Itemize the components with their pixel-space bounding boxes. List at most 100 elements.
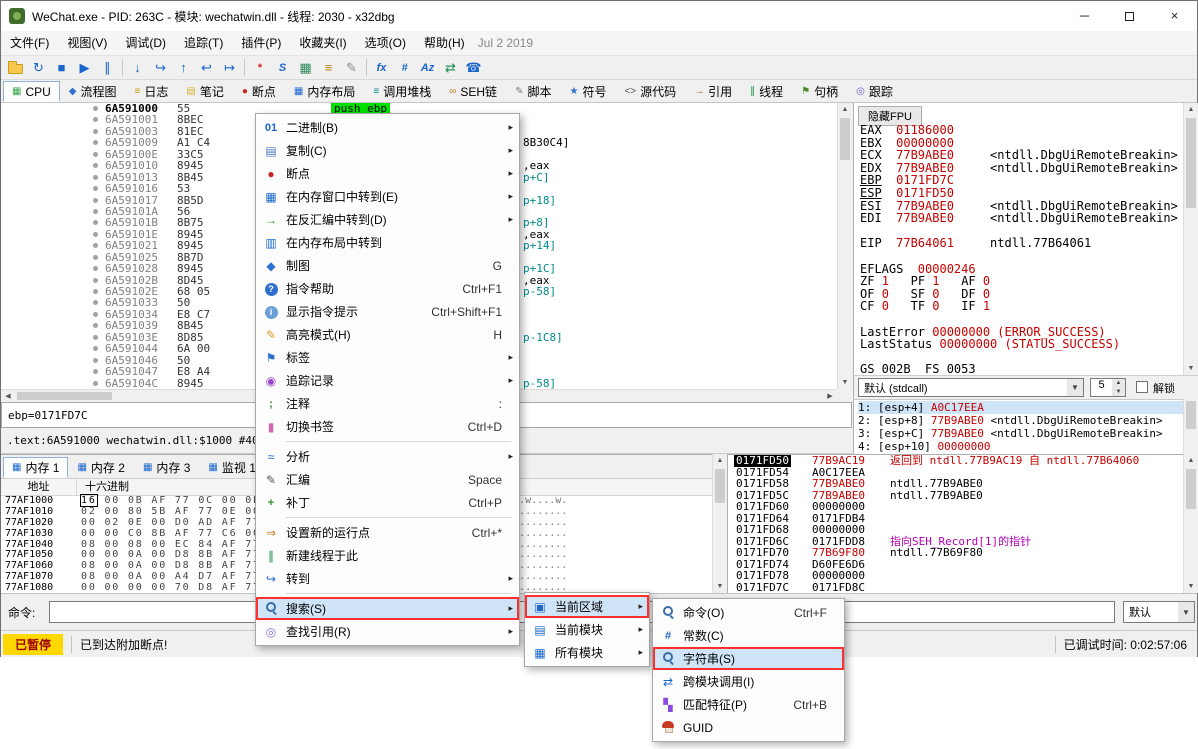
string-search-icon[interactable]: Az	[416, 58, 439, 78]
open-file-icon[interactable]	[4, 58, 27, 78]
tab-call-stack[interactable]: ≡调用堆栈	[364, 81, 440, 102]
close-button[interactable]: ×	[1152, 1, 1197, 31]
scroll-thumb[interactable]	[1186, 401, 1196, 429]
search-string[interactable]: 字符串(S)	[653, 647, 844, 670]
scroll-thumb[interactable]	[840, 118, 850, 160]
argument-row[interactable]: 2: [esp+8] 77B9ABE0 <ntdll.DbgUiRemoteBr…	[858, 414, 1198, 427]
scroll-up-icon[interactable]: ▲	[1184, 454, 1198, 467]
scroll-thumb[interactable]	[17, 392, 112, 400]
spinner-arrows[interactable]: ▲▼	[1112, 379, 1125, 396]
scroll-up-icon[interactable]: ▲	[838, 103, 852, 116]
tab-log[interactable]: ≡日志	[126, 81, 178, 102]
breakpoint-dot[interactable]	[93, 358, 98, 363]
menu-patch[interactable]: +补丁Ctrl+P	[256, 491, 519, 514]
scroll-down-icon[interactable]: ▼	[713, 580, 727, 593]
argument-row[interactable]: 4: [esp+10] 00000000	[858, 440, 1198, 453]
scroll-left-icon[interactable]: ◀	[1, 390, 15, 402]
scroll-track[interactable]	[1184, 467, 1198, 580]
menu-copy[interactable]: ▤复制(C)▸	[256, 139, 519, 162]
swap-icon[interactable]: ⇄	[439, 58, 462, 78]
breakpoint-dot[interactable]	[93, 232, 98, 237]
calling-convention-select[interactable]: 默认 (stdcall) ▼	[858, 378, 1084, 397]
menubar-item-o[interactable]: 选项(O)	[356, 31, 415, 56]
registers-panel[interactable]: 隐藏FPU EAX 01186000EBX 00000000ECX 77B9AB…	[853, 103, 1198, 375]
menubar-item-t[interactable]: 追踪(T)	[175, 31, 232, 56]
menubar-item-d[interactable]: 调试(D)	[116, 31, 175, 56]
scroll-track[interactable]	[1184, 116, 1198, 362]
menu-follow-in-memmap[interactable]: ▥在内存布局中转到	[256, 231, 519, 254]
pause-icon[interactable]: ∥	[96, 58, 119, 78]
register-line[interactable]: GS 002B FS 0053	[860, 363, 1170, 376]
menu-label[interactable]: ⚑标签▸	[256, 346, 519, 369]
register-line[interactable]: EIP 77B64061 ntdll.77B64061	[860, 237, 1170, 250]
breakpoint-dot[interactable]	[93, 117, 98, 122]
register-line[interactable]: EDI 77B9ABE0 <ntdll.DbgUiRemoteBreakin>	[860, 212, 1170, 225]
argument-row[interactable]: 3: [esp+C] 77B9ABE0 <ntdll.DbgUiRemoteBr…	[858, 427, 1198, 440]
chevron-down-icon[interactable]: ▼	[1178, 602, 1194, 622]
scroll-down-icon[interactable]: ▼	[1184, 580, 1198, 593]
breakpoint-dot[interactable]	[93, 323, 98, 328]
stack-row[interactable]: 0171FD5077B9AC19返回到 ntdll.77B9AC19 自 ntd…	[728, 455, 1183, 467]
menu-binary[interactable]: 01二进制(B)▸	[256, 116, 519, 139]
tab-notes[interactable]: ▤笔记	[177, 81, 232, 102]
tab-symbols[interactable]: ★符号	[560, 81, 615, 102]
menu-trace-record[interactable]: ◉追踪记录▸	[256, 369, 519, 392]
spinner-up-icon[interactable]: ▲	[1112, 379, 1125, 388]
breakpoint-dot[interactable]	[93, 266, 98, 271]
argument-depth-spinner[interactable]: 5 ▲▼	[1090, 378, 1126, 397]
arguments-panel[interactable]: 1: [esp+4] A0C17EEA2: [esp+8] 77B9ABE0 <…	[853, 399, 1198, 454]
step-into-icon[interactable]: ↓	[126, 58, 149, 78]
tab-dump-1[interactable]: ▦内存 1	[3, 457, 68, 478]
tab-handles[interactable]: ⚑句柄	[792, 81, 847, 102]
menubar-item-v[interactable]: 视图(V)	[58, 31, 116, 56]
breakpoint-dot[interactable]	[93, 129, 98, 134]
phone-icon[interactable]: ☎	[462, 58, 485, 78]
stack-row[interactable]: 0171FD74D60FE6D6	[728, 559, 1183, 571]
search-intermodule-call[interactable]: ⇄跨模块调用(I)	[653, 670, 844, 693]
run-icon[interactable]: ▶	[73, 58, 96, 78]
search-pattern[interactable]: ▚匹配特征(P)Ctrl+B	[653, 693, 844, 716]
tab-cpu[interactable]: ▦CPU	[3, 81, 60, 102]
stack-row[interactable]: 0171FD5C77B9ABE0ntdll.77B9ABE0	[728, 490, 1183, 502]
register-line[interactable]: CF 0 TF 0 IF 1	[860, 300, 1170, 313]
step-out-icon[interactable]: ↑	[172, 58, 195, 78]
registers-scrollbar[interactable]: ▲ ▼	[1183, 103, 1198, 375]
arguments-scrollbar[interactable]	[1183, 399, 1198, 454]
tab-breakpoints[interactable]: ●断点	[233, 81, 285, 102]
fx-icon[interactable]: fx	[370, 58, 393, 78]
chevron-down-icon[interactable]: ▼	[1067, 379, 1083, 396]
notes-icon[interactable]: ✎	[340, 58, 363, 78]
menu-search[interactable]: 搜索(S)▸	[256, 597, 519, 620]
breakpoint-dot[interactable]	[93, 163, 98, 168]
menu-show-mnemonic-brief[interactable]: i显示指令提示Ctrl+Shift+F1	[256, 300, 519, 323]
tab-references[interactable]: →引用	[685, 81, 741, 102]
breakpoint-dot[interactable]	[93, 381, 98, 386]
scroll-right-icon[interactable]: ▶	[823, 390, 837, 402]
menubar-item-h[interactable]: 帮助(H)	[415, 31, 474, 56]
scroll-up-icon[interactable]: ▲	[1184, 103, 1198, 116]
scroll-thumb[interactable]	[1186, 469, 1196, 509]
tab-seh[interactable]: ∞SEH链	[440, 81, 506, 102]
menu-breakpoint[interactable]: ●断点▸	[256, 162, 519, 185]
tab-dump-3[interactable]: ▦内存 3	[134, 457, 199, 478]
scroll-track[interactable]	[713, 467, 727, 580]
breakpoint-dot[interactable]	[93, 335, 98, 340]
tab-script[interactable]: ✎脚本	[506, 81, 560, 102]
scroll-down-icon[interactable]: ▼	[838, 376, 852, 389]
search-command[interactable]: 命令(O)Ctrl+F	[653, 601, 844, 624]
submenu-all-modules[interactable]: ▦所有模块▸	[525, 641, 649, 664]
submenu-current-region[interactable]: ▣当前区域▸	[525, 595, 649, 618]
menu-instruction-help[interactable]: ?指令帮助Ctrl+F1	[256, 277, 519, 300]
menu-assemble[interactable]: ✎汇编Space	[256, 468, 519, 491]
menu-new-thread-here[interactable]: ∥新建线程于此	[256, 544, 519, 567]
menubar-item-p[interactable]: 插件(P)	[232, 31, 290, 56]
stack-panel[interactable]: 0171FD5077B9AC19返回到 ntdll.77B9AC19 自 ntd…	[727, 454, 1183, 593]
breakpoint-dot[interactable]	[93, 278, 98, 283]
dump-scrollbar[interactable]: ▲ ▼	[712, 454, 727, 593]
unlock-checkbox[interactable]	[1136, 381, 1148, 393]
settings-icon[interactable]: *	[248, 58, 271, 78]
breakpoint-dot[interactable]	[93, 312, 98, 317]
command-profile-select[interactable]: 默认 ▼	[1123, 601, 1195, 623]
restart-icon[interactable]: ↻	[27, 58, 50, 78]
menu-follow-in-disasm[interactable]: →在反汇编中转到(D)▸	[256, 208, 519, 231]
